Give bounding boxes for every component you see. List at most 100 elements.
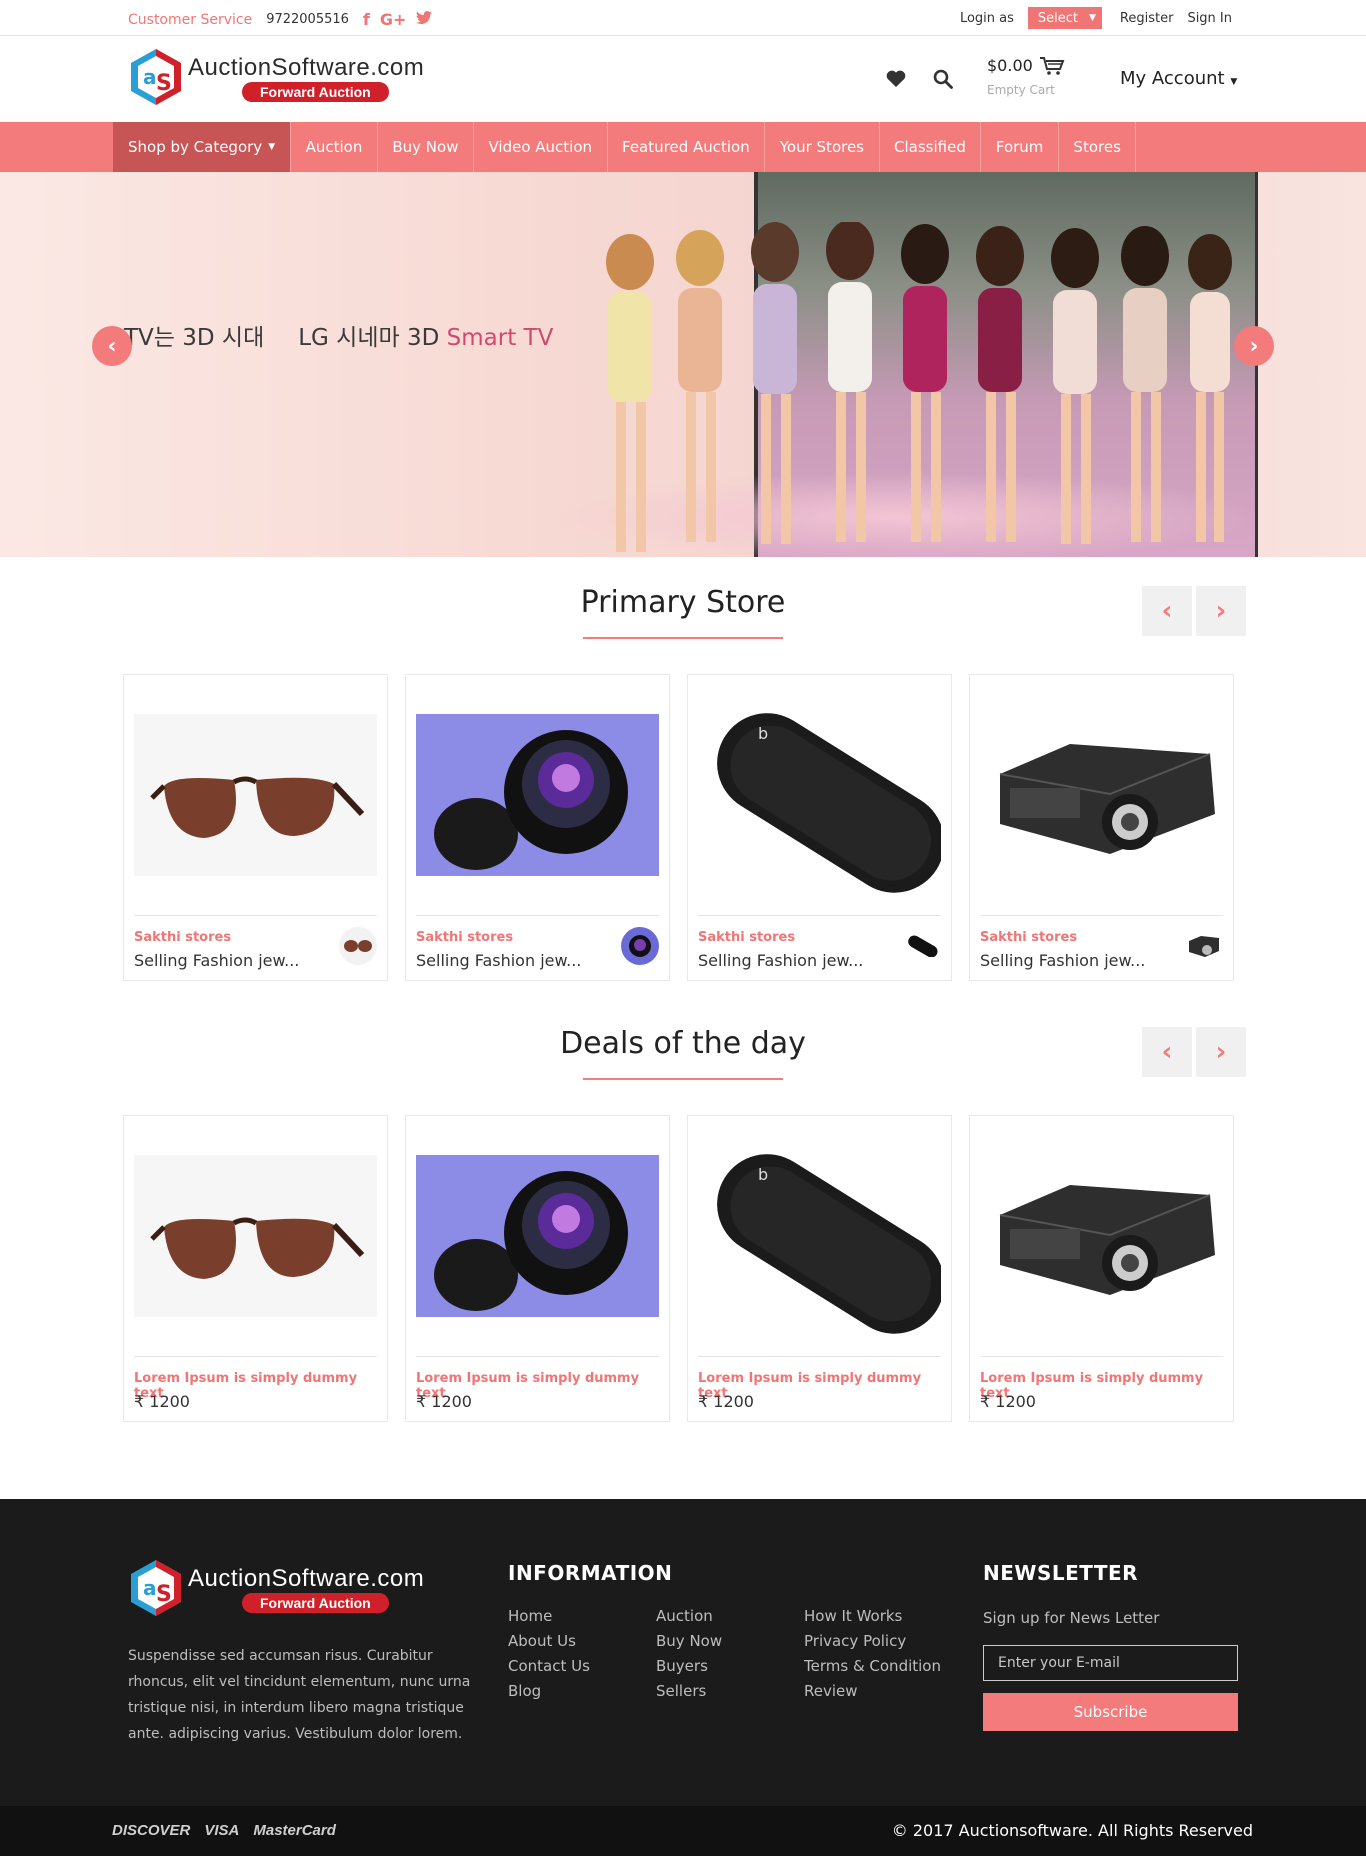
footer-link-terms[interactable]: Terms & Condition (804, 1657, 941, 1675)
store-avatar (621, 927, 659, 965)
svg-text:a: a (143, 1576, 157, 1600)
banner-text: TV는 3D 시대 LG 시네마 3D Smart TV (124, 318, 553, 352)
footer-link-auction[interactable]: Auction (656, 1607, 722, 1625)
deal-card[interactable]: b Lorem Ipsum is simply dummy text ₹ 120… (687, 1115, 952, 1422)
chevron-left-icon: ‹ (1161, 1037, 1173, 1067)
banner-text-1: TV는 3D 시대 (124, 325, 265, 351)
footer-links-col-1: Home About Us Contact Us Blog (508, 1607, 590, 1700)
newsletter-heading: NEWSLETTER (983, 1561, 1139, 1585)
newsletter-email-input[interactable] (983, 1645, 1238, 1681)
store-card[interactable]: b Sakthi stores Selling Fashion jew... (687, 674, 952, 981)
login-type-value: Select (1037, 10, 1079, 26)
caret-down-icon: ▼ (268, 142, 276, 152)
sign-in-link[interactable]: Sign In (1187, 11, 1232, 26)
store-avatar (903, 927, 941, 965)
carousel-prev-button[interactable]: ‹ (1142, 1027, 1192, 1077)
store-card-list: Sakthi stores Selling Fashion jew... Sak… (123, 674, 1234, 981)
store-card[interactable]: Sakthi stores Selling Fashion jew... (405, 674, 670, 981)
nav-auction[interactable]: Auction (291, 122, 378, 172)
footer-link-contact-us[interactable]: Contact Us (508, 1657, 590, 1675)
deal-card[interactable]: Lorem Ipsum is simply dummy text ₹ 1200 (969, 1115, 1234, 1422)
chevron-right-icon: › (1249, 333, 1259, 359)
logo-name: AuctionSoftware.com (188, 54, 425, 81)
card-divider (416, 1356, 659, 1357)
banner-next-button[interactable]: › (1234, 326, 1274, 366)
carousel-prev-button[interactable]: ‹ (1142, 586, 1192, 636)
card-divider (134, 915, 377, 916)
deal-price: ₹ 1200 (698, 1392, 754, 1411)
wishlist-heart-icon[interactable] (886, 70, 906, 92)
title-underline (583, 637, 783, 639)
card-divider (416, 915, 659, 916)
card-description: Selling Fashion jew... (134, 951, 300, 970)
footer-link-buy-now[interactable]: Buy Now (656, 1632, 722, 1650)
nav-label: Shop by Category (128, 138, 263, 156)
my-account-dropdown[interactable]: My Account ▼ (1120, 68, 1237, 89)
chevron-right-icon: › (1215, 596, 1227, 626)
twitter-icon[interactable] (416, 10, 433, 29)
footer-link-blog[interactable]: Blog (508, 1682, 590, 1700)
visa-logo: VISA (204, 1822, 240, 1839)
login-as-label: Login as (959, 10, 1014, 26)
sunglasses-image (134, 685, 377, 905)
search-icon[interactable] (933, 69, 953, 93)
nav-video-auction[interactable]: Video Auction (474, 122, 608, 172)
subscribe-button[interactable]: Subscribe (983, 1693, 1238, 1731)
banner-text-3: Smart TV (446, 325, 554, 351)
camera-lens-image (416, 685, 659, 905)
footer: a S AuctionSoftware.com Forward Auction … (0, 1499, 1366, 1806)
card-description: Selling Fashion jew... (416, 951, 582, 970)
caret-down-icon: ▼ (1230, 77, 1238, 87)
nav-classified[interactable]: Classified (880, 122, 982, 172)
footer-logo[interactable]: a S AuctionSoftware.com Forward Auction (130, 1559, 440, 1619)
carousel-controls: ‹ › (1142, 586, 1246, 636)
card-divider (134, 1356, 377, 1357)
svg-text:S: S (156, 1582, 172, 1607)
deal-card[interactable]: Lorem Ipsum is simply dummy text ₹ 1200 (405, 1115, 670, 1422)
mastercard-logo: MasterCard (253, 1822, 336, 1839)
google-plus-icon[interactable]: G+ (380, 10, 407, 29)
login-type-select[interactable]: Select ▼ (1027, 7, 1102, 29)
facebook-icon[interactable]: f (363, 10, 370, 29)
carousel-next-button[interactable]: › (1196, 586, 1246, 636)
svg-text:b: b (758, 1165, 768, 1184)
sunglasses-image (134, 1126, 377, 1346)
nav-stores[interactable]: Stores (1059, 122, 1137, 172)
logo-badge: Forward Auction (242, 82, 389, 102)
store-card[interactable]: Sakthi stores Selling Fashion jew... (123, 674, 388, 981)
my-account-label: My Account (1120, 68, 1225, 89)
speaker-image: b (698, 685, 941, 905)
footer-link-home[interactable]: Home (508, 1607, 590, 1625)
deal-card[interactable]: Lorem Ipsum is simply dummy text ₹ 1200 (123, 1115, 388, 1422)
footer-link-review[interactable]: Review (804, 1682, 941, 1700)
carousel-next-button[interactable]: › (1196, 1027, 1246, 1077)
cart-summary[interactable]: $0.00 Empty Cart (987, 56, 1065, 97)
chevron-left-icon: ‹ (1161, 596, 1173, 626)
deal-price: ₹ 1200 (134, 1392, 190, 1411)
footer-link-about-us[interactable]: About Us (508, 1632, 590, 1650)
register-link[interactable]: Register (1120, 11, 1174, 26)
store-card[interactable]: Sakthi stores Selling Fashion jew... (969, 674, 1234, 981)
logo-name: AuctionSoftware.com (188, 1565, 425, 1592)
footer-link-buyers[interactable]: Buyers (656, 1657, 722, 1675)
footer-link-privacy-policy[interactable]: Privacy Policy (804, 1632, 941, 1650)
projector-image (980, 1126, 1223, 1346)
camera-lens-image (416, 1126, 659, 1346)
cart-icon (1039, 56, 1065, 80)
footer-about-text: Suspendisse sed accumsan risus. Curabitu… (128, 1648, 471, 1742)
card-divider (980, 1356, 1223, 1357)
top-bar: Customer Service 9722005516 f G+ Login a… (0, 0, 1366, 36)
nav-forum[interactable]: Forum (981, 122, 1059, 172)
social-links: f G+ (363, 10, 433, 29)
card-divider (698, 915, 941, 916)
card-store-name: Sakthi stores (416, 930, 514, 945)
site-logo[interactable]: a S AuctionSoftware.com Forward Auction (130, 48, 440, 108)
footer-link-how-it-works[interactable]: How It Works (804, 1607, 941, 1625)
nav-shop-by-category[interactable]: Shop by Category ▼ (113, 122, 292, 172)
chevron-right-icon: › (1215, 1037, 1227, 1067)
footer-link-sellers[interactable]: Sellers (656, 1682, 722, 1700)
nav-your-stores[interactable]: Your Stores (765, 122, 880, 172)
banner-prev-button[interactable]: ‹ (92, 326, 132, 366)
nav-featured-auction[interactable]: Featured Auction (608, 122, 766, 172)
nav-buy-now[interactable]: Buy Now (378, 122, 474, 172)
